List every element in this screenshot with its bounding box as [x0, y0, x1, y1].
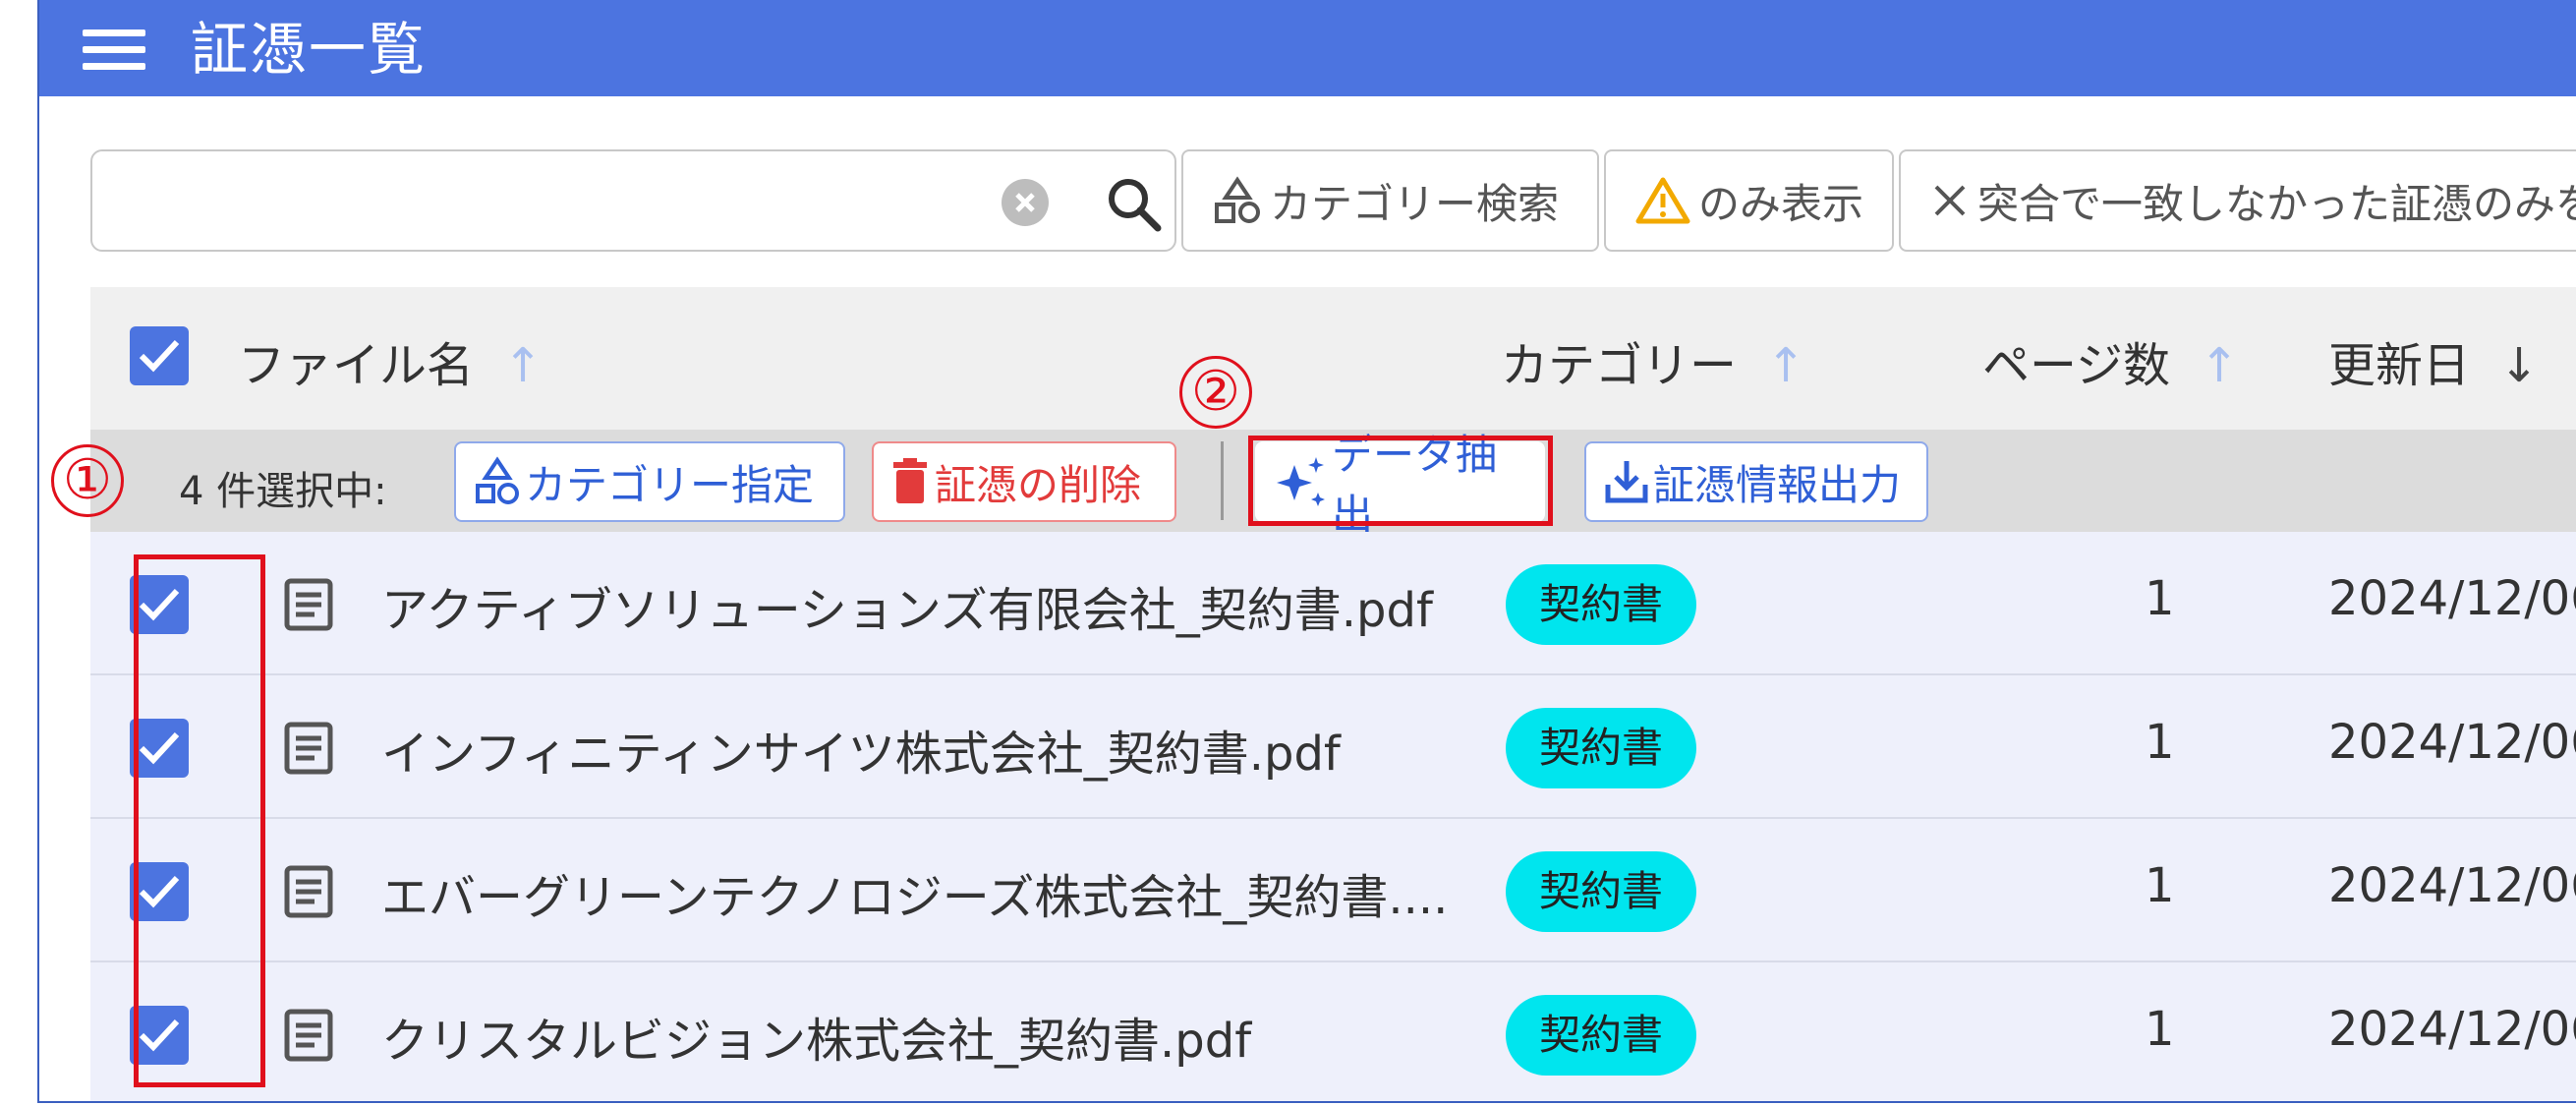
- updated-date: 2024/12/06: [2328, 858, 2576, 913]
- warning-only-label: のみ表示: [1698, 179, 1864, 228]
- category-icon: [1213, 176, 1262, 225]
- category-badge: 契約書: [1506, 564, 1696, 645]
- document-icon: [283, 1008, 334, 1063]
- mismatch-filter-label: 突合で一致しなかった証憑のみを: [1977, 179, 2576, 228]
- toolbar-divider: [1221, 441, 1224, 520]
- file-name[interactable]: エバーグリーンテクノロジーズ株式会社_契約書....: [381, 858, 1448, 927]
- download-icon: [1604, 459, 1649, 504]
- column-category[interactable]: カテゴリー ↑: [1501, 326, 1805, 395]
- table-row[interactable]: アクティブソリューションズ有限会社_契約書.pdf 契約書 1 2024/12/…: [90, 532, 2576, 675]
- trash-icon: [891, 458, 929, 505]
- delete-label: 証憑の削除: [935, 460, 1142, 509]
- table-row[interactable]: クリスタルビジョン株式会社_契約書.pdf 契約書 1 2024/12/06: [90, 962, 2576, 1101]
- delete-button[interactable]: 証憑の削除: [872, 441, 1176, 522]
- category-badge: 契約書: [1506, 851, 1696, 932]
- selection-count: 4 件選択中:: [179, 469, 387, 514]
- category-badge: 契約書: [1506, 995, 1696, 1076]
- annotation-marker-1: ①: [51, 444, 124, 517]
- document-icon: [283, 577, 334, 632]
- sort-arrow-up-icon: ↑: [503, 338, 544, 393]
- file-name[interactable]: アクティブソリューションズ有限会社_契約書.pdf: [381, 571, 1433, 640]
- app-frame: 証憑一覧 カテゴリー検索 のみ表示 突合で一致しなかった証憑のみを ファイル名 …: [37, 0, 2576, 1103]
- category-search-label: カテゴリー検索: [1270, 179, 1560, 228]
- table-row[interactable]: インフィニティンサイツ株式会社_契約書.pdf 契約書 1 2024/12/06: [90, 675, 2576, 819]
- export-info-button[interactable]: 証憑情報出力: [1584, 441, 1928, 522]
- updated-date: 2024/12/06: [2328, 571, 2576, 626]
- column-updated-label: 更新日: [2328, 338, 2471, 393]
- updated-date: 2024/12/06: [2328, 1002, 2576, 1057]
- column-category-label: カテゴリー: [1501, 338, 1738, 393]
- document-icon: [283, 864, 334, 919]
- column-pages[interactable]: ページ数 ↑: [1982, 326, 2239, 395]
- category-badge: 契約書: [1506, 708, 1696, 788]
- highlight-extract-button: [1248, 436, 1553, 526]
- clear-icon[interactable]: [1002, 179, 1049, 226]
- column-updated[interactable]: 更新日 ↓: [2328, 326, 2539, 395]
- page-count: 1: [2145, 1002, 2175, 1057]
- file-name[interactable]: インフィニティンサイツ株式会社_契約書.pdf: [381, 715, 1341, 784]
- search-input[interactable]: [90, 149, 1176, 252]
- app-header: 証憑一覧: [39, 0, 2576, 96]
- document-icon: [283, 721, 334, 776]
- category-assign-button[interactable]: カテゴリー指定: [454, 441, 845, 522]
- category-search-button[interactable]: カテゴリー検索: [1181, 149, 1599, 252]
- page-count: 1: [2145, 571, 2175, 626]
- close-icon: [1930, 181, 1970, 220]
- annotation-marker-2: ②: [1179, 356, 1252, 429]
- category-icon: [474, 456, 521, 507]
- export-info-label: 証憑情報出力: [1653, 460, 1902, 509]
- category-assign-label: カテゴリー指定: [525, 460, 815, 509]
- column-pages-label: ページ数: [1982, 338, 2171, 393]
- sort-arrow-down-icon: ↓: [2499, 338, 2540, 393]
- warning-icon: [1635, 176, 1690, 225]
- file-name[interactable]: クリスタルビジョン株式会社_契約書.pdf: [381, 1002, 1251, 1071]
- page-title: 証憑一覧: [191, 16, 428, 83]
- mismatch-filter-button[interactable]: 突合で一致しなかった証憑のみを: [1899, 149, 2576, 252]
- sort-arrow-up-icon: ↑: [1766, 338, 1806, 393]
- search-icon[interactable]: [1105, 175, 1164, 234]
- column-filename[interactable]: ファイル名 ↑: [238, 326, 543, 395]
- page-count: 1: [2145, 715, 2175, 770]
- updated-date: 2024/12/06: [2328, 715, 2576, 770]
- sort-arrow-up-icon: ↑: [2200, 338, 2240, 393]
- menu-icon[interactable]: [83, 29, 145, 70]
- column-filename-label: ファイル名: [238, 338, 475, 393]
- table-row[interactable]: エバーグリーンテクノロジーズ株式会社_契約書.... 契約書 1 2024/12…: [90, 819, 2576, 962]
- page-count: 1: [2145, 858, 2175, 913]
- highlight-checkboxes: [134, 554, 265, 1087]
- warning-only-button[interactable]: のみ表示: [1604, 149, 1894, 252]
- table-header: ファイル名 ↑ カテゴリー ↑ ページ数 ↑ 更新日 ↓: [90, 287, 2576, 430]
- select-all-checkbox[interactable]: [130, 326, 189, 385]
